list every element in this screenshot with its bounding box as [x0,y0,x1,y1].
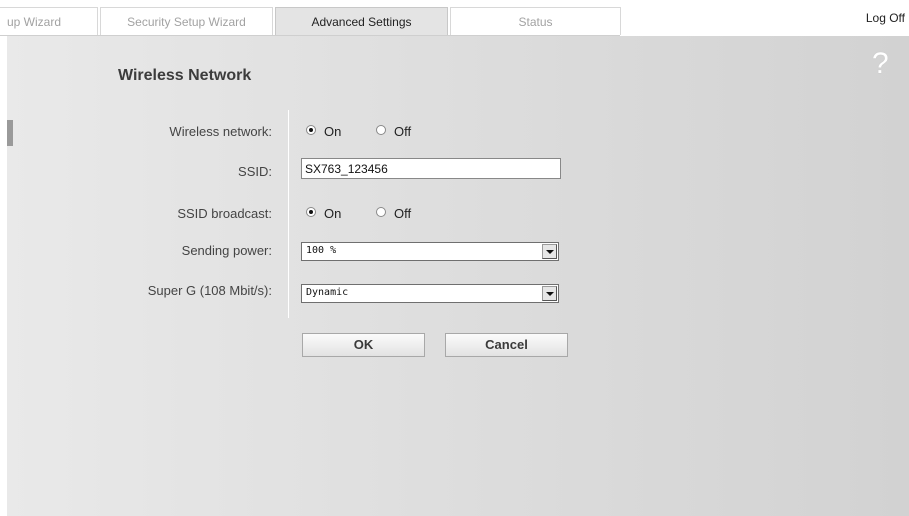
ssid-input[interactable] [301,158,561,179]
tab-advanced-settings[interactable]: Advanced Settings [275,7,448,36]
top-tab-bar: up Wizard Security Setup Wizard Advanced… [0,0,909,36]
wireless-network-off-radio[interactable]: Off [376,124,426,140]
chevron-down-icon[interactable] [542,244,557,259]
help-icon[interactable]: ? [872,47,889,81]
radio-unchecked-icon[interactable] [376,207,386,217]
sending-power-label: Sending power: [181,243,272,258]
wireless-network-on-label: On [324,124,342,139]
radio-checked-icon[interactable] [306,207,316,217]
tab-setup-wizard[interactable]: up Wizard [0,7,98,35]
ssid-broadcast-on-radio[interactable]: On [306,206,356,222]
ssid-broadcast-on-label: On [324,206,342,221]
radio-unchecked-icon[interactable] [376,125,386,135]
settings-panel [7,36,909,516]
ok-button[interactable]: OK [302,333,425,357]
page-title: Wireless Network [118,67,252,84]
ssid-label: SSID: [238,164,272,179]
super-g-label: Super G (108 Mbit/s): [147,283,272,298]
ssid-broadcast-off-label: Off [394,206,412,221]
wireless-network-on-radio[interactable]: On [306,124,356,140]
super-g-value: Dynamic [306,287,349,298]
ssid-broadcast-off-radio[interactable]: Off [376,206,426,222]
ssid-broadcast-label: SSID broadcast: [177,206,272,221]
wireless-network-off-label: Off [394,124,412,139]
tab-security-setup-wizard[interactable]: Security Setup Wizard [100,7,273,35]
radio-checked-icon[interactable] [306,125,316,135]
sending-power-value: 100 % [306,245,337,256]
super-g-select[interactable]: Dynamic [301,284,559,303]
log-off-link[interactable]: Log Off [866,11,905,25]
cancel-button[interactable]: Cancel [445,333,568,357]
form-divider [288,110,289,318]
chevron-down-icon[interactable] [542,286,557,301]
sidebar-marker [7,120,13,146]
sending-power-select[interactable]: 100 % [301,242,559,261]
wireless-network-label: Wireless network: [169,124,272,139]
tab-status[interactable]: Status [450,7,621,35]
